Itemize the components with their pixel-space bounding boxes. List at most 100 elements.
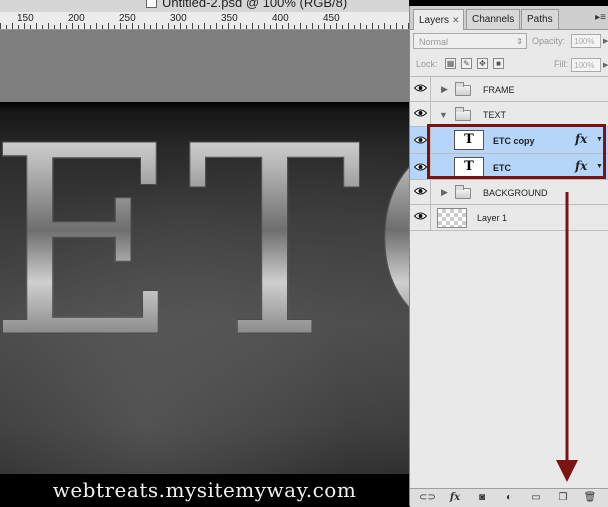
lock-position-icon[interactable]: ✥ [477,58,488,69]
ruler-tick [396,23,397,29]
ruler-tick [204,23,205,29]
tab-channels[interactable]: Channels [466,9,520,29]
lock-all-icon[interactable]: ■ [493,58,504,69]
add-style-fx-icon[interactable]: fx [447,492,463,504]
ruler-tick [312,23,313,29]
ruler-tick [372,23,373,29]
ruler-tick [270,25,271,29]
close-icon[interactable]: ✕ [452,15,460,25]
ruler-label: 200 [68,13,85,24]
mask-icon[interactable]: ◙ [474,492,490,504]
eye-icon [414,163,427,171]
document-window: Untitled-2.psd @ 100% (RGB/8) 150 200 250 3… [0,0,409,506]
ruler-tick [168,23,169,29]
ruler-tick [354,25,355,29]
canvas-pasteboard [0,30,409,102]
stepper-arrows-icon: ⇕ [516,37,523,46]
ruler-tick [114,25,115,29]
link-icon[interactable]: ⊂⊃ [419,492,436,504]
tab-channels-label: Channels [472,14,515,25]
tab-layers[interactable]: Layers ✕ [413,9,464,30]
ruler-tick [282,25,283,29]
ruler-label: 350 [221,13,238,24]
disclosure-down-icon[interactable]: ▼ [439,110,448,120]
ruler-tick [258,25,259,29]
opacity-slider-icon[interactable]: ▶ [603,37,608,45]
ruler-tick [54,25,55,29]
adjustment-icon[interactable]: ◐ [501,492,517,504]
opacity-input[interactable]: 100% [571,34,601,48]
ruler-tick [402,25,403,29]
visibility-toggle[interactable] [410,180,431,204]
ruler-tick [210,25,211,29]
ruler-tick [162,25,163,29]
eye-icon [414,84,427,92]
new-group-icon[interactable]: ▭ [528,492,544,504]
ruler-tick [378,25,379,29]
blend-mode-value: Normal [419,37,449,47]
visibility-toggle[interactable] [410,77,431,101]
fill-input[interactable]: 100% [571,58,601,72]
annotation-highlight-box [427,124,606,179]
ruler-tick [384,23,385,29]
tab-paths[interactable]: Paths [521,9,559,29]
eye-icon [414,212,427,220]
ruler-tick [18,25,19,29]
panel-menu-icon[interactable]: ▸≡ [595,12,606,23]
eye-icon [414,187,427,195]
ruler-tick [198,25,199,29]
fill-label: Fill: [554,59,568,69]
lock-image-icon[interactable]: ✎ [461,58,472,69]
ruler-tick [96,23,97,29]
ruler-label: 400 [272,13,289,24]
ruler-tick [6,25,7,29]
new-layer-icon[interactable]: ❐ [555,492,571,504]
ruler-tick [222,25,223,29]
ruler-tick [156,23,157,29]
ruler-tick [12,23,13,29]
ruler-tick [264,23,265,29]
disclosure-right-icon[interactable]: ▶ [441,187,448,198]
ruler-tick [66,25,67,29]
ruler-tick [216,23,217,29]
layer-name: Layer 1 [477,213,508,223]
ruler-tick [294,25,295,29]
visibility-toggle[interactable] [410,205,431,230]
opacity-value: 100% [574,37,595,46]
artwork-canvas[interactable]: ETC webtreats.mysitemyway.com [0,102,409,506]
ruler-tick [30,25,31,29]
ruler-tick [60,23,61,29]
ruler-tick [78,25,79,29]
document-title: Untitled-2.psd @ 100% (RGB/8) [162,0,348,10]
lock-label: Lock: [416,59,438,69]
blend-mode-select[interactable]: Normal ⇕ [413,33,527,49]
disclosure-right-icon[interactable]: ▶ [441,84,448,95]
ruler-tick [252,23,253,29]
lock-transparency-icon[interactable]: ▦ [445,58,456,69]
layer-name: TEXT [483,110,507,120]
layer-row-frame[interactable]: ▶ FRAME [410,77,608,102]
ruler-tick [102,25,103,29]
fill-slider-icon[interactable]: ▶ [603,61,608,69]
ruler-tick [330,25,331,29]
opacity-label: Opacity: [532,36,566,46]
ruler-tick [366,25,367,29]
ruler-label: 150 [17,13,34,24]
horizontal-ruler[interactable]: 150 200 250 300 350 400 450 [0,12,409,30]
ruler-tick [246,25,247,29]
annotation-arrow-icon [556,192,578,482]
ruler-tick [138,25,139,29]
trash-icon[interactable]: 🗑 [582,492,598,504]
ruler-label: 300 [170,13,187,24]
artwork-headline: ETC [0,111,409,374]
ruler-tick [0,23,1,29]
ruler-tick [360,23,361,29]
ruler-tick [90,25,91,29]
ruler-tick [348,23,349,29]
ruler-tick [186,25,187,29]
ruler-tick [300,23,301,29]
visibility-toggle[interactable] [410,102,431,126]
document-icon [146,0,157,8]
ruler-tick [240,23,241,29]
tab-layers-label: Layers [419,15,450,26]
